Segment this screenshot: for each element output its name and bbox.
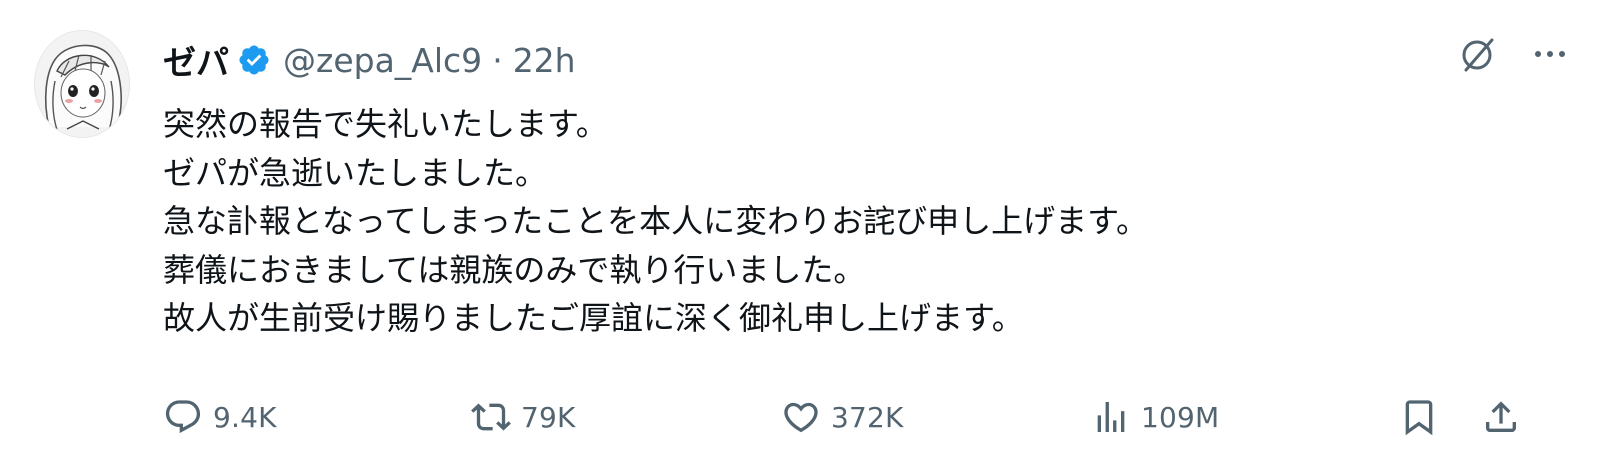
display-name[interactable]: ゼパ bbox=[163, 36, 229, 84]
more-icon bbox=[1535, 51, 1565, 57]
bookmark-button[interactable] bbox=[1399, 393, 1449, 441]
tweet: ゼパ @zepa_Alc9 · 22h 突然の報告で失礼いたします。 ゼパが急逝… bbox=[0, 0, 1600, 463]
tweet-text-line: 葬儀におきましては親族のみで執り行いました。 bbox=[163, 250, 866, 289]
timestamp[interactable]: 22h bbox=[513, 41, 576, 80]
views-count: 109M bbox=[1141, 400, 1220, 434]
more-button[interactable] bbox=[1530, 34, 1570, 74]
reply-icon bbox=[165, 400, 201, 434]
tweet-header: ゼパ @zepa_Alc9 · 22h bbox=[163, 36, 576, 84]
tweet-text-line: 突然の報告で失礼いたします。 bbox=[163, 105, 608, 143]
like-count: 372K bbox=[831, 400, 904, 434]
share-button[interactable] bbox=[1481, 393, 1531, 441]
reply-count: 9.4K bbox=[213, 400, 277, 434]
top-actions bbox=[1456, 32, 1570, 76]
grok-icon bbox=[1462, 38, 1494, 72]
action-bar: 9.4K 79K 372K 109M bbox=[163, 393, 1533, 441]
views-icon bbox=[1097, 402, 1125, 432]
tweet-text: 突然の報告で失礼いたします。 ゼパが急逝いたしました。 急な訃報となってしまった… bbox=[163, 100, 1563, 343]
avatar-image bbox=[35, 31, 129, 137]
share-icon bbox=[1486, 401, 1516, 432]
views-button[interactable]: 109M bbox=[1091, 393, 1219, 441]
like-icon bbox=[784, 402, 818, 433]
tweet-text-line: 急な訃報となってしまったことを本人に変わりお詫び申し上げます。 bbox=[163, 202, 1148, 240]
user-handle[interactable]: @zepa_Alc9 bbox=[283, 41, 482, 80]
retweet-count: 79K bbox=[521, 400, 576, 434]
tweet-text-line: 故人が生前受け賜りましたご厚誼に深く御礼申し上げます。 bbox=[163, 299, 1024, 337]
tweet-text-line: ゼパが急逝いたしました。 bbox=[163, 153, 548, 192]
header-separator: · bbox=[492, 40, 503, 80]
verified-badge-icon bbox=[239, 45, 269, 75]
bookmark-icon bbox=[1405, 400, 1433, 436]
retweet-icon bbox=[471, 403, 511, 431]
retweet-button[interactable]: 79K bbox=[471, 393, 576, 441]
avatar[interactable] bbox=[34, 30, 130, 138]
grok-button[interactable] bbox=[1456, 32, 1500, 76]
like-button[interactable]: 372K bbox=[781, 393, 904, 441]
reply-button[interactable]: 9.4K bbox=[163, 393, 277, 441]
